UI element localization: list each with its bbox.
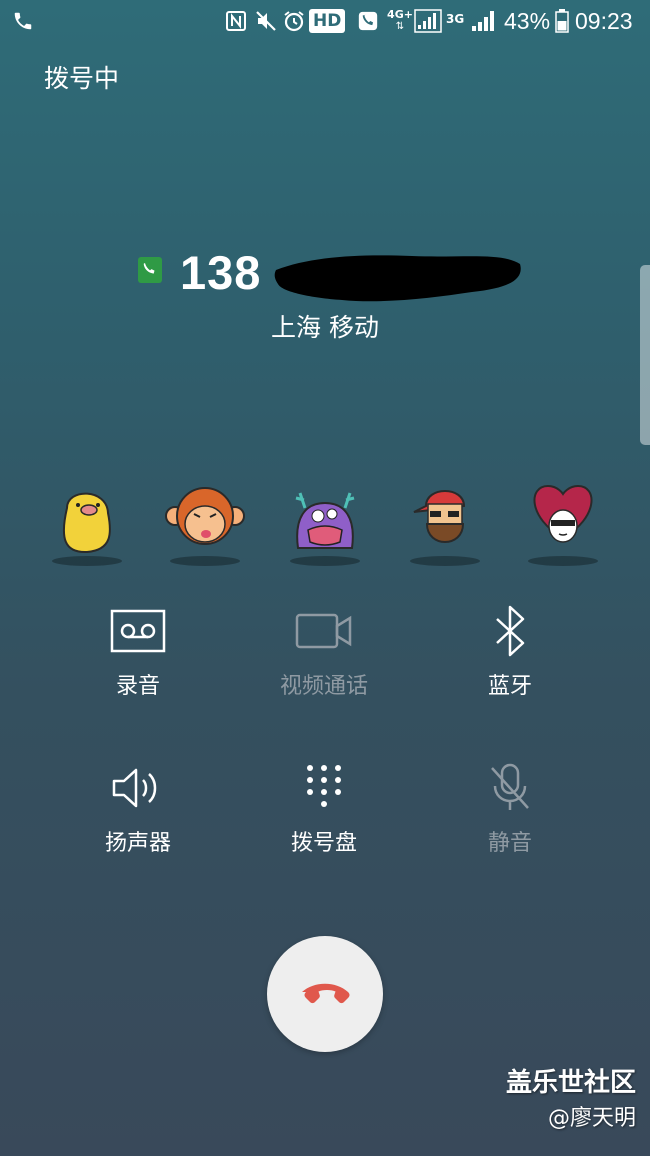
hd-voice-icon: HD [309, 8, 346, 34]
record-label: 录音 [115, 674, 160, 699]
battery-percent: 43% [504, 8, 551, 34]
signal-icon [470, 8, 496, 34]
video-call-button[interactable]: 视频通话 [224, 600, 424, 730]
speaker-icon [103, 757, 173, 819]
mute-label: 静音 [487, 831, 532, 856]
end-call-button[interactable] [267, 936, 383, 1052]
keypad-button[interactable]: 拨号盘 [224, 757, 424, 887]
bearded-man-emoji[interactable] [400, 478, 490, 568]
end-call-icon [299, 978, 351, 1010]
potato-emoji[interactable] [42, 478, 132, 568]
nfc-icon [224, 8, 248, 34]
speaker-label: 扬声器 [104, 831, 171, 856]
redaction-mark [274, 255, 521, 302]
monkey-emoji[interactable] [160, 478, 250, 568]
status-bar: HD 4G+ ⇅ 3G 43% 09:23 [0, 0, 650, 44]
bluetooth-label: 蓝牙 [487, 674, 532, 699]
heart-face-emoji[interactable] [518, 478, 608, 568]
network-3g-label: 3G [446, 12, 465, 26]
mute-icon [254, 8, 278, 34]
keypad-label: 拨号盘 [290, 831, 357, 856]
call-status: 拨号中 [44, 64, 120, 93]
battery-icon [555, 8, 569, 34]
alarm-icon [282, 8, 306, 34]
network-4g-label: 4G+ ⇅ [387, 8, 413, 33]
author-watermark: @廖天明 [547, 1106, 636, 1131]
keypad-icon [289, 757, 359, 819]
video-call-label: 视频通话 [279, 674, 368, 699]
mute-button[interactable]: 静音 [410, 757, 610, 887]
monster-emoji[interactable] [280, 478, 370, 568]
voicemail-icon [103, 600, 173, 662]
video-camera-icon [289, 600, 359, 662]
signal-icon [414, 8, 442, 34]
phone-number: 138 [180, 246, 262, 299]
clock: 09:23 [575, 8, 633, 34]
caller-location: 上海 移动 [271, 313, 379, 342]
edge-panel-handle[interactable] [640, 265, 650, 445]
bluetooth-button[interactable]: 蓝牙 [410, 600, 610, 730]
wifi-call-icon [357, 8, 379, 34]
call-icon [138, 257, 162, 283]
record-button[interactable]: 录音 [38, 600, 238, 730]
bluetooth-icon [475, 600, 545, 662]
mic-off-icon [475, 757, 545, 819]
community-watermark: 盖乐世社区 [505, 1068, 636, 1098]
speaker-button[interactable]: 扬声器 [38, 757, 238, 887]
phone-icon [12, 8, 34, 34]
